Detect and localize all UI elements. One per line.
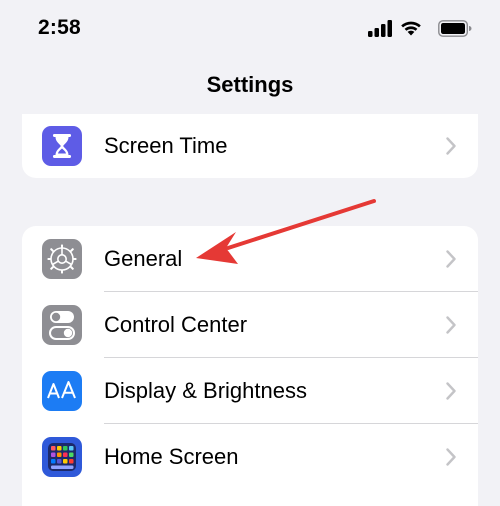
display-brightness-tile: [42, 371, 82, 411]
battery-icon: [438, 20, 472, 37]
control-center-tile: [42, 305, 82, 345]
toggles-icon: [49, 311, 75, 340]
settings-row-display-brightness[interactable]: Display & Brightness: [22, 358, 478, 424]
home-screen-tile: [42, 437, 82, 477]
status-time: 2:58: [38, 16, 81, 39]
settings-row-label: Control Center: [104, 312, 248, 337]
chevron-right-icon: [446, 382, 456, 400]
chevron-right-icon: [446, 316, 456, 334]
settings-group-main: General Control Center Display & Brightn…: [22, 226, 478, 506]
chevron-right-icon: [446, 137, 456, 155]
gear-icon: [47, 244, 77, 274]
settings-group-top: Screen Time: [22, 114, 478, 178]
settings-row-screen-time[interactable]: Screen Time: [22, 114, 478, 178]
page-title: Settings: [206, 72, 294, 97]
chevron-right-icon: [446, 250, 456, 268]
settings-row-label: Display & Brightness: [104, 378, 307, 403]
settings-row-label: Screen Time: [104, 133, 228, 158]
wifi-icon: [401, 21, 421, 36]
settings-row-control-center[interactable]: Control Center: [22, 292, 478, 358]
screen-time-tile: [42, 126, 82, 166]
hourglass-icon: [53, 134, 71, 158]
settings-row-label: Home Screen: [104, 444, 239, 469]
chevron-right-icon: [446, 448, 456, 466]
settings-row-general[interactable]: General: [22, 226, 478, 292]
status-bar: 2:58: [0, 0, 500, 62]
general-tile: [42, 239, 82, 279]
text-size-icon: [47, 381, 76, 399]
settings-row-label: General: [104, 246, 183, 271]
settings-row-home-screen[interactable]: Home Screen: [22, 424, 478, 490]
app-grid-icon: [48, 443, 76, 471]
signal-icon: [368, 20, 392, 37]
